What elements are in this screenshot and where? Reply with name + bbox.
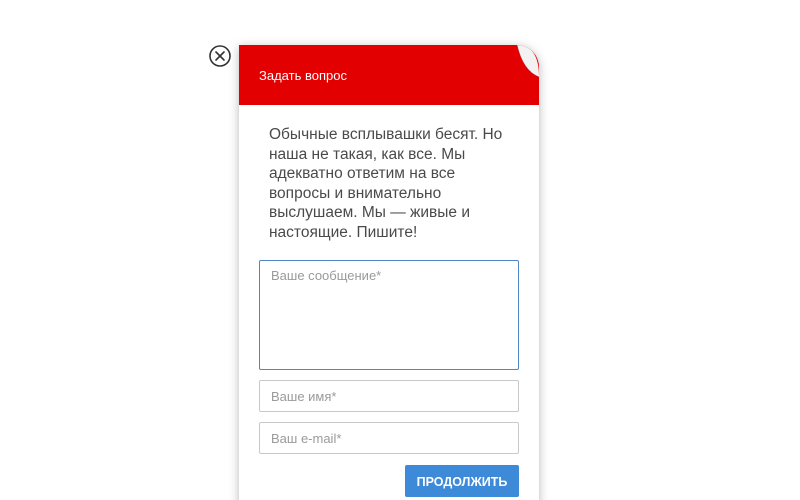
close-icon[interactable] bbox=[209, 45, 231, 67]
corner-fold-decoration bbox=[517, 45, 539, 77]
continue-button[interactable]: ПРОДОЛЖИТЬ bbox=[405, 465, 519, 497]
page: Задать вопрос Обычные всплывашки бесят. … bbox=[0, 0, 800, 500]
widget-title: Задать вопрос bbox=[259, 68, 347, 83]
message-input[interactable] bbox=[259, 260, 519, 370]
email-input[interactable] bbox=[259, 422, 519, 454]
widget-header: Задать вопрос bbox=[239, 45, 539, 105]
question-widget: Задать вопрос Обычные всплывашки бесят. … bbox=[239, 45, 539, 500]
intro-text: Обычные всплывашки бесят. Но наша не так… bbox=[269, 126, 503, 241]
name-input[interactable] bbox=[259, 380, 519, 412]
